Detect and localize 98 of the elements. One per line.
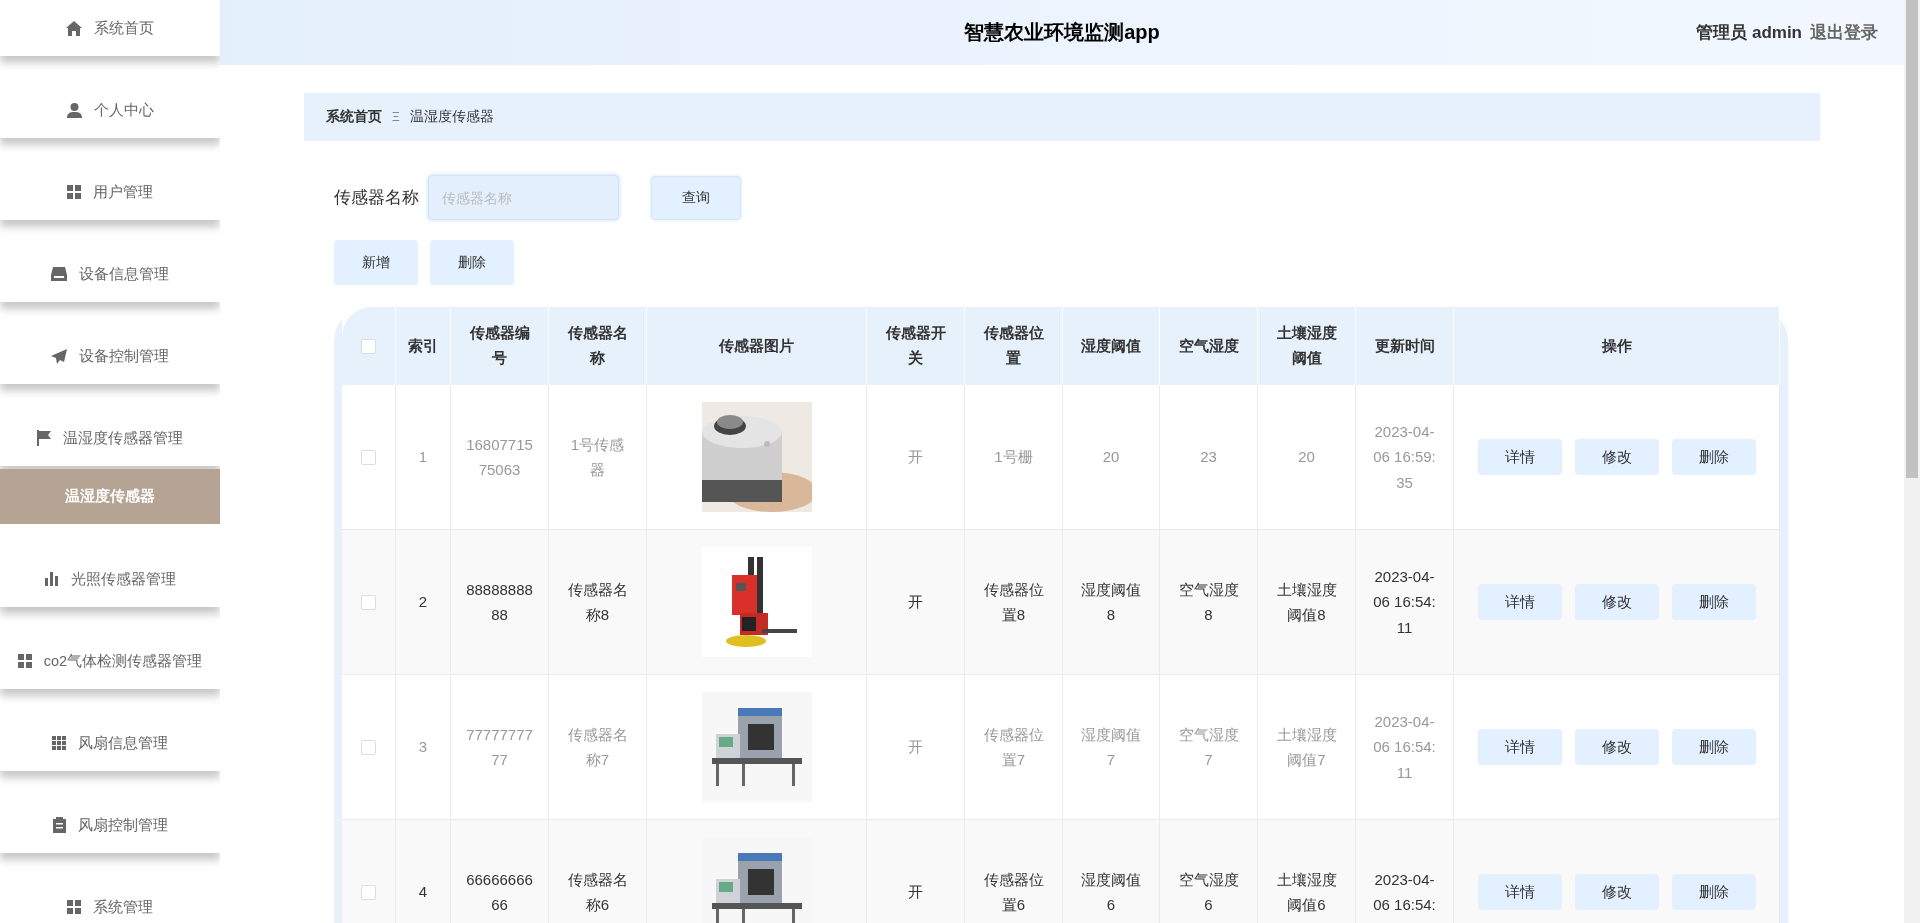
- grid-icon: [52, 736, 66, 750]
- delete-button[interactable]: 删除: [430, 240, 514, 285]
- admin-user: 管理员 admin: [1696, 22, 1802, 44]
- column-header: 更新时间: [1374, 335, 1435, 356]
- sidebar-item[interactable]: 用户管理: [0, 164, 220, 220]
- details-button[interactable]: 详情: [1477, 729, 1562, 765]
- table-cell-text: 2: [418, 592, 428, 613]
- row-checkbox[interactable]: [361, 884, 376, 900]
- breadcrumb-separator: Ξ: [392, 110, 400, 124]
- table-cell-text: 传感器名称6: [566, 869, 629, 915]
- table-cell-text: 开: [908, 737, 923, 758]
- table-cell-text: 2023-04-06 16:59:35: [1372, 421, 1437, 493]
- column-header: 传感器图片: [719, 335, 794, 356]
- table-cell-text: 1号传感器: [569, 434, 626, 480]
- flag-icon: [37, 430, 51, 446]
- sidebar-item[interactable]: 设备信息管理: [0, 246, 220, 302]
- sidebar-item[interactable]: 风扇信息管理: [0, 715, 220, 771]
- table-cell-text: 20: [1102, 447, 1120, 468]
- table-cell-text: 湿度阈值7: [1080, 724, 1142, 770]
- select-all-checkbox[interactable]: [361, 338, 376, 354]
- column-header: 传感器位置: [982, 323, 1045, 368]
- logout-link[interactable]: 退出登录: [1810, 21, 1878, 44]
- app-title: 智慧农业环境监测app: [964, 21, 1160, 43]
- sidebar-item[interactable]: 系统管理: [0, 879, 220, 923]
- sidebar-item[interactable]: 系统首页: [0, 0, 220, 56]
- column-header: 传感器编号: [468, 323, 531, 368]
- table-cell-text: 2023-04-06 16:54:: [1372, 869, 1437, 915]
- search-field[interactable]: 传感器名称: [428, 175, 619, 220]
- table-cell-text: 3: [418, 737, 428, 758]
- table-cell-text: 土壤湿度阈值6: [1275, 869, 1338, 915]
- table-cell-text: 1680771575063: [466, 434, 533, 480]
- table-cell-text: 空气湿度7: [1177, 724, 1240, 770]
- table-cell-text: 传感器名称7: [566, 724, 629, 770]
- home-icon: [66, 20, 82, 36]
- scrollbar[interactable]: [1904, 0, 1920, 923]
- table-cell-text: 传感器位置8: [982, 579, 1045, 625]
- sidebar-item[interactable]: co2气体检测传感器管理: [0, 633, 220, 689]
- table-cell-text: 6666666666: [466, 869, 533, 915]
- edit-button[interactable]: 修改: [1574, 439, 1659, 475]
- column-header: 湿度阈值: [1081, 335, 1141, 356]
- edit-button[interactable]: 修改: [1574, 584, 1659, 620]
- sidebar-item[interactable]: 个人中心: [0, 82, 220, 138]
- sidebar-item[interactable]: 设备控制管理: [0, 328, 220, 384]
- column-header: 索引: [408, 335, 438, 356]
- delete-button[interactable]: 删除: [1671, 439, 1756, 475]
- search-label: 传感器名称: [334, 187, 419, 209]
- grid-icon: [67, 185, 81, 199]
- bar-chart-icon: [44, 572, 59, 586]
- table-cell-text: 湿度阈值6: [1080, 869, 1142, 915]
- row-checkbox[interactable]: [361, 739, 376, 755]
- breadcrumb-item: 温湿度传感器: [409, 108, 494, 126]
- table-cell-text: 1号栅: [994, 447, 1033, 468]
- grid-icon: [17, 654, 32, 668]
- table-cell-text: 开: [908, 882, 923, 903]
- table-cell-text: 土壤湿度阈值7: [1275, 724, 1338, 770]
- table-cell-text: 4: [418, 882, 428, 903]
- edit-button[interactable]: 修改: [1574, 729, 1659, 765]
- details-button[interactable]: 详情: [1477, 439, 1562, 475]
- add-button[interactable]: 新增: [334, 240, 418, 285]
- table-cell-text: 1: [418, 447, 428, 468]
- table-cell-text: 23: [1200, 447, 1217, 468]
- table-cell-text: 土壤湿度阈值8: [1275, 579, 1338, 625]
- table-cell-text: 传感器位置7: [982, 724, 1045, 770]
- table-cell-text: 8888888888: [466, 579, 533, 625]
- details-button[interactable]: 详情: [1477, 874, 1562, 910]
- user-icon: [66, 102, 82, 118]
- breadcrumb-item[interactable]: 系统首页: [326, 108, 382, 126]
- delete-button[interactable]: 删除: [1671, 584, 1756, 620]
- column-header: 空气湿度: [1178, 335, 1239, 356]
- table-cell-text: 湿度阈值8: [1080, 579, 1142, 625]
- table-cell-text: 传感器位置6: [982, 869, 1045, 915]
- delete-button[interactable]: 删除: [1671, 729, 1756, 765]
- tray-icon: [51, 267, 67, 281]
- query-button[interactable]: 查询: [651, 175, 741, 220]
- table-cell-text: 开: [908, 592, 923, 613]
- table-cell-text: 2023-04-06 16:54:11: [1372, 566, 1437, 638]
- details-button[interactable]: 详情: [1477, 584, 1562, 620]
- sidebar-item[interactable]: 光照传感器管理: [0, 551, 220, 607]
- table-cell-text: 空气湿度8: [1177, 579, 1240, 625]
- table-cell-text: 20: [1298, 447, 1315, 468]
- column-header: 操作: [1601, 335, 1632, 356]
- row-checkbox[interactable]: [361, 594, 376, 610]
- grid-icon: [67, 900, 81, 914]
- clipboard-icon: [52, 817, 66, 833]
- table-cell-text: 7777777777: [466, 724, 533, 770]
- sidebar-item[interactable]: 风扇控制管理: [0, 797, 220, 853]
- sidebar-item[interactable]: 温湿度传感器管理: [0, 410, 220, 466]
- table-cell-text: 传感器名称8: [566, 579, 629, 625]
- table-cell-text: 2023-04-06 16:54:11: [1372, 711, 1437, 783]
- paper-plane-icon: [51, 348, 67, 364]
- edit-button[interactable]: 修改: [1574, 874, 1659, 910]
- row-checkbox[interactable]: [361, 449, 376, 465]
- column-header: 土壤湿度阈值: [1275, 323, 1338, 368]
- table-cell-text: 开: [908, 447, 923, 468]
- delete-button[interactable]: 删除: [1671, 874, 1756, 910]
- column-header: 传感器开关: [884, 323, 947, 368]
- table-cell-text: 空气湿度6: [1177, 869, 1240, 915]
- column-header: 传感器名称: [566, 323, 629, 368]
